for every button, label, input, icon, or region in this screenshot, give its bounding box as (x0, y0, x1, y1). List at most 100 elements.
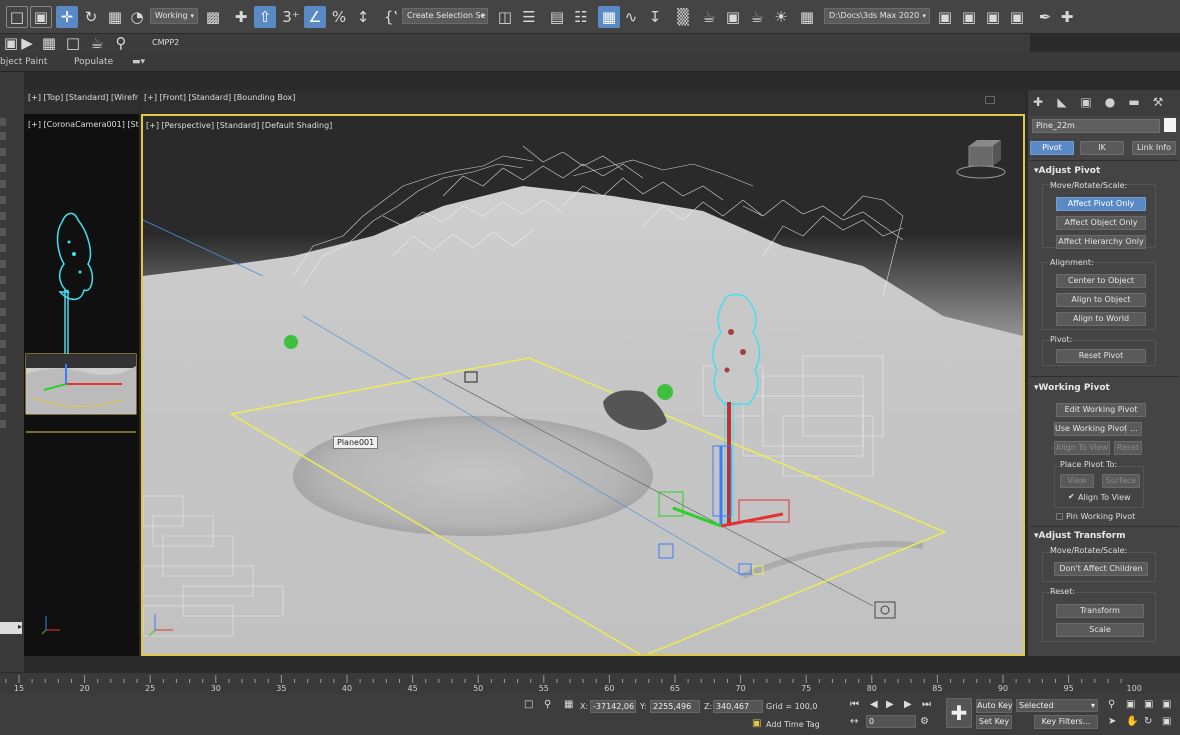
project-folder-close-icon[interactable]: ▣ (1006, 6, 1028, 28)
adjust-pivot-rollout[interactable]: Adjust Pivot (1034, 166, 1101, 176)
zoom-extents-icon[interactable]: ▣ (1144, 699, 1153, 710)
key-mode-icon[interactable]: ↔ (850, 716, 858, 727)
perspective-viewport-label[interactable]: [+] [Perspective] [Standard] [Default Sh… (146, 121, 332, 130)
angle-snap-icon[interactable]: ∠ (304, 6, 326, 28)
tab-object-paint[interactable]: bject Paint (0, 57, 47, 67)
orbit-icon[interactable]: ↻ (1144, 716, 1152, 727)
utilities-tab-icon[interactable]: ⚒ (1150, 95, 1166, 111)
set-key-button[interactable]: Set Key (976, 715, 1012, 729)
maximize-viewport-icon[interactable]: ▣ (1162, 716, 1171, 727)
time-tag-icon[interactable]: ▣ (752, 718, 761, 729)
hierarchy-tab-icon[interactable]: ▣ (1078, 95, 1094, 111)
render-production-icon[interactable]: ☕ (746, 6, 768, 28)
place-view-button[interactable]: View (1060, 474, 1094, 488)
display-tab-icon[interactable]: ▬ (1126, 95, 1142, 111)
strip-button[interactable] (0, 212, 6, 220)
timeline[interactable]: 15 20 25 30 35 40 45 50 55 60 65 70 75 80 85 90 95 100 (0, 672, 1180, 694)
pivot-center-icon[interactable]: ▩ (202, 6, 224, 28)
align-to-view-checkbox[interactable]: ✔ (1068, 492, 1075, 501)
front-viewport[interactable]: [+] [Front] [Standard] [Bounding Box] (140, 90, 1025, 114)
reset-pivot-button[interactable]: Reset Pivot (1056, 349, 1146, 363)
strip-button[interactable] (0, 340, 6, 348)
perspective-viewport[interactable]: [+] [Perspective] [Standard] [Default Sh… (141, 114, 1025, 656)
zoom-icon[interactable]: ⚲ (1108, 699, 1115, 710)
project-folder-new-icon[interactable]: ▣ (982, 6, 1004, 28)
current-frame-field[interactable]: 0 (866, 715, 916, 728)
go-to-end-icon[interactable]: ⏭ (922, 699, 931, 710)
pivot-tab[interactable]: Pivot (1030, 141, 1074, 155)
toggle-scene-explorer-icon[interactable]: ▤ (546, 6, 568, 28)
rotate-icon[interactable]: ↻ (80, 6, 102, 28)
place-surface-button[interactable]: Surface (1102, 474, 1140, 488)
z-coordinate-field[interactable]: 340,467 (713, 700, 763, 713)
toggle-ribbon-icon[interactable]: ▦ (598, 6, 620, 28)
align-to-world-button[interactable]: Align to World (1056, 312, 1146, 326)
layer-explorer-icon[interactable]: ☷ (570, 6, 592, 28)
modify-tab-icon[interactable]: ◣ (1054, 95, 1070, 111)
project-folder-icon[interactable]: ▣ (958, 6, 980, 28)
tool-icon-4[interactable]: □ (62, 32, 84, 54)
link-info-tab[interactable]: Link Info (1132, 141, 1176, 155)
strip-button[interactable] (0, 372, 6, 380)
strip-button[interactable] (0, 356, 6, 364)
keyboard-shortcut-override-icon[interactable]: ⇧ (254, 6, 276, 28)
strip-button[interactable] (0, 244, 6, 252)
strip-button[interactable] (0, 404, 6, 412)
set-project-icon[interactable]: ▣ (934, 6, 956, 28)
transform-gizmo-icon[interactable]: ✚ (1056, 6, 1078, 28)
project-path-dropdown[interactable]: D:\Docs\3ds Max 2020 ▾ (824, 8, 930, 24)
affect-pivot-only-button[interactable]: Affect Pivot Only (1056, 197, 1146, 211)
render-setup-icon[interactable]: ☕ (698, 6, 720, 28)
strip-button[interactable] (0, 388, 6, 396)
align-to-object-button[interactable]: Align to Object (1056, 293, 1146, 307)
curve-editor-icon[interactable]: ∿ (620, 6, 642, 28)
adjust-transform-rollout[interactable]: Adjust Transform (1034, 531, 1126, 541)
select-and-manipulate-icon[interactable]: ✚ (230, 6, 252, 28)
x-coordinate-field[interactable]: -37142,06 (590, 700, 636, 713)
schematic-view-icon[interactable]: ↧ (644, 6, 666, 28)
mirror-icon[interactable]: ◫ (494, 6, 516, 28)
tab-populate[interactable]: Populate (74, 57, 113, 67)
key-mode-dropdown[interactable]: Selected ▾ (1016, 699, 1098, 712)
script-label[interactable]: CMPP2 (152, 38, 179, 47)
reference-coord-icon[interactable]: ◔ (126, 6, 148, 28)
rendered-frame-icon[interactable]: ▣ (722, 6, 744, 28)
tool-icon-3[interactable]: ▦ (38, 32, 60, 54)
isolate-selection-icon[interactable]: □ (524, 699, 533, 710)
strip-button[interactable] (0, 276, 6, 284)
motion-tab-icon[interactable]: ● (1102, 95, 1118, 111)
pin-working-pivot-checkbox[interactable] (1056, 513, 1063, 520)
align-icon[interactable]: ☰ (518, 6, 540, 28)
top-viewport[interactable]: [+] [Top] [Standard] [Wirefr (24, 90, 139, 114)
next-frame-icon[interactable]: ▶ (904, 699, 912, 710)
spinner-snap-icon[interactable]: ↕ (352, 6, 374, 28)
ribbon-options-icon[interactable]: ▬▾ (132, 57, 145, 67)
lock-selection-icon[interactable]: ⚲ (544, 699, 551, 710)
front-viewport-label[interactable]: [+] [Front] [Standard] [Bounding Box] (144, 93, 295, 102)
ik-tab[interactable]: IK (1080, 141, 1124, 155)
teapot-icon[interactable]: ☕ (86, 32, 108, 54)
zoom-extents-all-icon[interactable]: ▣ (1162, 699, 1171, 710)
set-key-big-button[interactable]: ✚ (946, 698, 972, 728)
select-object-icon[interactable]: □ (6, 6, 28, 28)
strip-button[interactable] (0, 132, 6, 140)
render-iterative-icon[interactable]: ☀ (770, 6, 792, 28)
viewport-nav-icon[interactable] (985, 96, 995, 104)
working-pivot-options-button[interactable]: ... (1126, 422, 1142, 436)
strip-button[interactable] (0, 308, 6, 316)
dont-affect-children-button[interactable]: Don't Affect Children (1054, 562, 1148, 576)
strip-button[interactable] (0, 118, 6, 126)
affect-object-only-button[interactable]: Affect Object Only (1056, 216, 1146, 230)
named-selection-dropdown[interactable]: Create Selection Se ▾ (402, 8, 488, 24)
material-editor-icon[interactable]: ▒ (672, 6, 694, 28)
strip-button[interactable] (0, 292, 6, 300)
strip-button[interactable] (0, 260, 6, 268)
field-of-view-icon[interactable]: ➤ (1108, 716, 1116, 727)
time-config-icon[interactable]: ⚙ (920, 716, 929, 727)
brush-icon[interactable]: ✒ (1034, 6, 1056, 28)
go-to-start-icon[interactable]: ⏮ (850, 699, 859, 710)
light-icon[interactable]: ⚲ (110, 32, 132, 54)
align-to-view-button[interactable]: Align To View (1054, 441, 1110, 455)
snap-toggle-icon[interactable]: 3⁺ (280, 6, 302, 28)
edit-working-pivot-button[interactable]: Edit Working Pivot (1056, 403, 1146, 417)
